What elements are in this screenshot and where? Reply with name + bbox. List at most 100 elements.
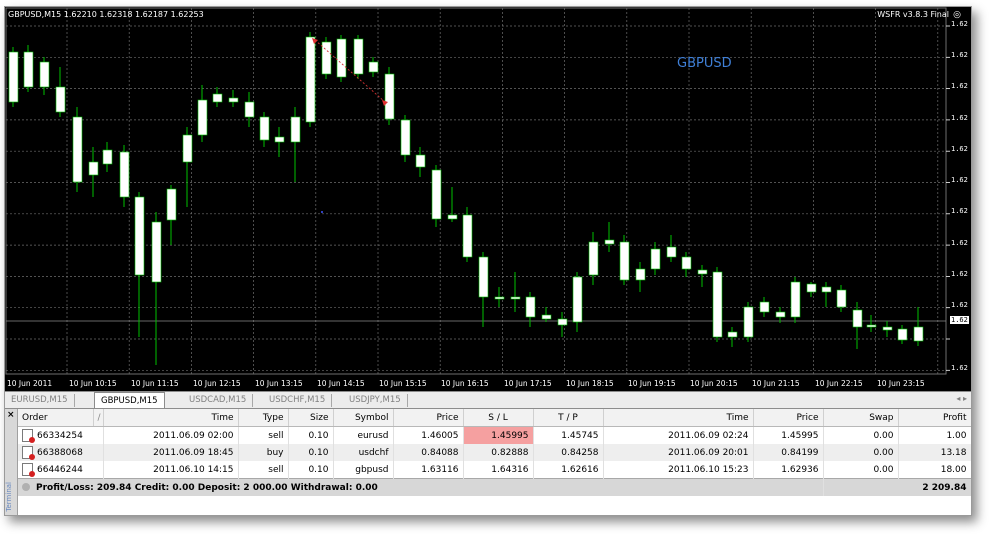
candle-body: [821, 286, 832, 293]
price-axis-label: 1.62: [951, 364, 968, 372]
close-price: 0.84199: [753, 444, 824, 461]
order-id: 66446244: [37, 465, 83, 475]
price-axis-label: 1.62: [951, 145, 968, 153]
terminal-side-label: Terminal: [5, 482, 13, 512]
candle-body: [572, 276, 583, 323]
table-row[interactable]: 66388068 2011.06.09 18:45 buy 0.10 usdch…: [18, 444, 971, 461]
candle-body: [494, 296, 505, 300]
time-axis-label: 10 Jun 10:15: [69, 379, 117, 388]
order-type: sell: [238, 426, 289, 444]
price-chart[interactable]: GBPUSD,M15 1.62210 1.62318 1.62187 1.622…: [5, 7, 971, 391]
time-axis-label: 10 Jun 13:15: [255, 379, 303, 388]
candle-body: [852, 309, 863, 328]
close-time: 2011.06.09 20:01: [603, 444, 754, 461]
candle-body: [882, 326, 893, 331]
open-time: 2011.06.10 14:15: [103, 461, 239, 479]
candle-body: [119, 151, 130, 198]
candle-body: [635, 268, 646, 281]
candle-body: [321, 41, 332, 75]
candle-body: [336, 38, 347, 78]
take-profit: 1.62616: [533, 461, 604, 479]
candle-body: [525, 296, 536, 318]
price-axis-label: 1.62: [951, 114, 968, 122]
column-header-size[interactable]: Size: [288, 409, 334, 427]
candle-body: [697, 269, 708, 275]
balance-total: 2 209.84: [823, 478, 971, 496]
candle-body: [166, 188, 177, 221]
tab-scroll-arrows[interactable]: ◂ ▸: [956, 394, 967, 403]
table-header-row: Order / Time Type Size Symbol Price S / …: [18, 409, 971, 427]
column-header-price[interactable]: Price: [393, 409, 464, 427]
candle-body: [353, 38, 364, 75]
candle-body: [588, 241, 599, 276]
column-header-sl[interactable]: S / L: [463, 409, 534, 427]
candle-body: [368, 61, 379, 73]
chart-canvas[interactable]: [5, 7, 971, 391]
column-header-close-price[interactable]: Price: [753, 409, 824, 427]
candle-body: [182, 134, 193, 163]
time-axis-label: 10 Jun 2011: [7, 379, 53, 388]
closed-order-icon: [22, 429, 35, 443]
column-header-profit[interactable]: Profit: [898, 409, 971, 427]
candle-body: [212, 93, 223, 103]
tab-eurusd[interactable]: EURUSD,M15: [5, 394, 75, 407]
profit: 1.00: [898, 426, 971, 444]
balance-icon: [22, 483, 30, 491]
column-header-order[interactable]: Order: [18, 409, 94, 427]
current-price-marker: 1.62: [950, 316, 969, 324]
column-header-type[interactable]: Type: [238, 409, 289, 427]
column-header-close-time[interactable]: Time: [603, 409, 754, 427]
candle-body: [431, 169, 442, 220]
price-axis-label: 1.62: [951, 301, 968, 309]
candle-body: [102, 149, 113, 165]
column-header-symbol[interactable]: Symbol: [333, 409, 394, 427]
swap: 0.00: [823, 461, 899, 479]
candle-body: [541, 314, 552, 320]
order-id: 66388068: [37, 448, 83, 458]
column-header-swap[interactable]: Swap: [823, 409, 899, 427]
closed-order-icon: [22, 446, 35, 460]
terminal-sidebar: × Terminal: [5, 409, 18, 515]
close-time: 2011.06.10 15:23: [603, 461, 754, 479]
tab-usdcad[interactable]: USDCAD,M15: [183, 394, 254, 407]
candle-body: [604, 239, 615, 245]
candle-body: [775, 311, 786, 318]
time-axis-label: 10 Jun 11:15: [131, 379, 179, 388]
candle-body: [274, 136, 285, 143]
time-axis-label: 10 Jun 21:15: [752, 379, 800, 388]
candle-body: [897, 328, 908, 341]
order-size: 0.10: [288, 426, 334, 444]
time-axis-label: 10 Jun 19:15: [628, 379, 676, 388]
time-axis-label: 10 Jun 15:15: [379, 379, 427, 388]
candle-body: [72, 116, 83, 183]
candle-body: [228, 97, 239, 103]
swap: 0.00: [823, 444, 899, 461]
chart-tabs: EURUSD,M15 GBPUSD,M15 USDCAD,M15 USDCHF,…: [5, 391, 971, 410]
column-header-tp[interactable]: T / P: [533, 409, 604, 427]
order-id: 66334254: [37, 431, 83, 441]
open-time: 2011.06.09 02:00: [103, 426, 239, 444]
indicator-settings-icon[interactable]: ◎: [953, 10, 961, 20]
open-price: 0.84088: [393, 444, 464, 461]
table-row[interactable]: 66446244 2011.06.10 14:15 sell 0.10 gbpu…: [18, 461, 971, 479]
order-symbol: eurusd: [333, 426, 394, 444]
column-header-time[interactable]: Time: [103, 409, 239, 427]
mt4-window: GBPUSD,M15 1.62210 1.62318 1.62187 1.622…: [4, 6, 972, 516]
table-row[interactable]: 66334254 2011.06.09 02:00 sell 0.10 euru…: [18, 426, 971, 444]
take-profit: 0.84258: [533, 444, 604, 461]
close-icon[interactable]: ×: [7, 410, 15, 420]
candle-body: [462, 214, 473, 258]
summary-row: Profit/Loss: 209.84 Credit: 0.00 Deposit…: [18, 478, 971, 496]
order-size: 0.10: [288, 461, 334, 479]
closed-order-icon: [22, 463, 35, 477]
candle-body: [557, 318, 568, 326]
candle-body: [400, 119, 411, 156]
profit: 13.18: [898, 444, 971, 461]
order-symbol: usdchf: [333, 444, 394, 461]
close-price: 1.45995: [753, 426, 824, 444]
time-axis-label: 10 Jun 23:15: [877, 379, 925, 388]
candle-body: [447, 214, 458, 220]
tab-usdchf[interactable]: USDCHF,M15: [263, 394, 333, 407]
tab-usdjpy[interactable]: USDJPY,M15: [343, 394, 408, 407]
candle-body: [743, 306, 754, 338]
